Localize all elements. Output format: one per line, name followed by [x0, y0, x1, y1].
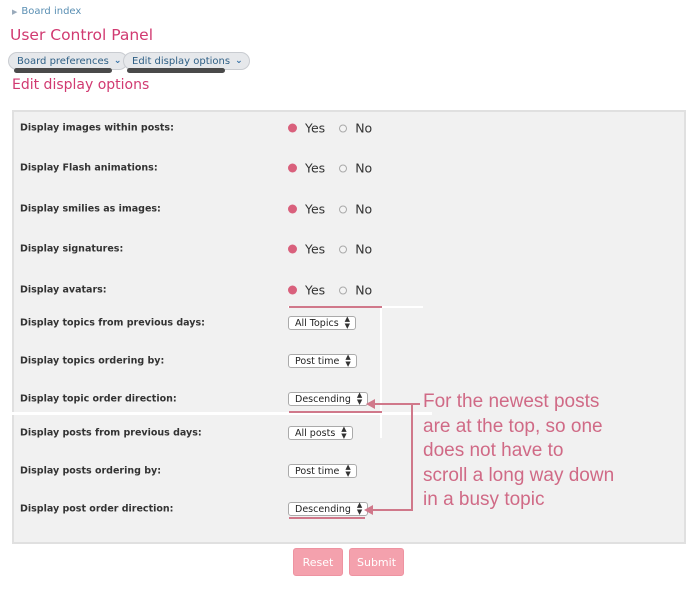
reset-button[interactable]: Reset: [293, 548, 343, 576]
submit-button[interactable]: Submit: [349, 548, 404, 576]
annotation-line: in a busy topic: [423, 489, 545, 510]
annotation-text: For the newest posts are at the top, so …: [423, 390, 693, 513]
annotation-line: For the newest posts: [423, 391, 600, 412]
annotation-line: scroll a long way down: [423, 464, 615, 486]
annotation-line: does not have to: [423, 440, 564, 461]
annotation-line: are at the top, so one: [423, 415, 603, 437]
